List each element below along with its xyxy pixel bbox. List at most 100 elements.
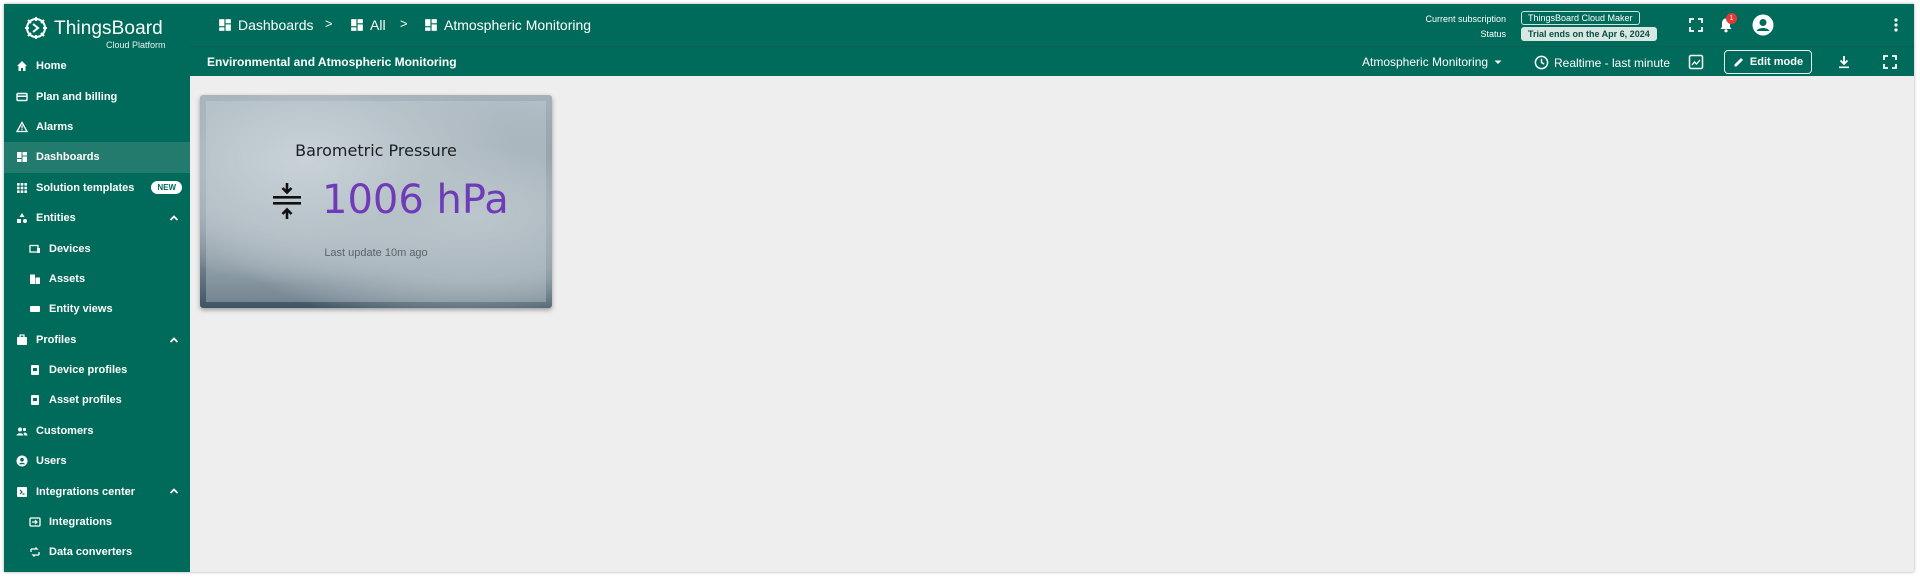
sidebar-item-label: Device profiles: [49, 364, 128, 377]
trial-status-badge: Trial ends on the Apr 6, 2024: [1521, 27, 1657, 41]
last-update-text: Last update 10m ago: [324, 247, 428, 259]
chevron-up-icon[interactable]: [168, 485, 180, 497]
apps-icon: [17, 182, 27, 193]
sidebar-item-profiles[interactable]: Profiles: [4, 325, 190, 355]
sidebar-item-integrations[interactable]: Integrations: [4, 507, 190, 537]
integrations-center-icon: [17, 486, 27, 497]
sidebar-item-label: Integrations: [49, 516, 112, 529]
more-vert-icon[interactable]: [1888, 17, 1904, 33]
sidebar-item-label: Entity views: [49, 303, 113, 316]
dashboard-icon: [219, 19, 231, 31]
sidebar-item-solution-templates[interactable]: Solution templates NEW: [4, 173, 190, 203]
pencil-icon: [1734, 58, 1743, 67]
sidebar-item-label: Asset profiles: [49, 394, 122, 407]
sidebar-item-plan-and-billing[interactable]: Plan and billing: [4, 81, 190, 111]
dashboard-layout-icon[interactable]: [1688, 54, 1704, 70]
sidebar-item-integrations-center[interactable]: Integrations center: [4, 476, 190, 506]
fullscreen-icon[interactable]: [1882, 54, 1898, 70]
entity-view-icon: [30, 306, 40, 313]
dashboard-icon: [425, 19, 437, 31]
users-icon: [16, 455, 28, 467]
sidebar-item-label: Solution templates: [36, 181, 135, 194]
customers-icon: [16, 427, 28, 436]
sidebar-item-label: Data converters: [49, 546, 133, 559]
converters-icon: [30, 547, 40, 558]
integrations-icon: [29, 517, 41, 527]
sidebar-item-home[interactable]: Home: [4, 51, 190, 81]
entities-icon: [17, 213, 27, 224]
dashboard-title: Environmental and Atmospheric Monitoring: [207, 55, 457, 69]
breadcrumb-separator: >: [325, 16, 333, 31]
thingsboard-logo-icon: [25, 17, 47, 39]
chevron-up-icon[interactable]: [168, 334, 180, 346]
home-icon: [17, 61, 27, 72]
new-badge: NEW: [151, 180, 182, 194]
sidebar-item-entities[interactable]: Entities: [4, 203, 190, 233]
sidebar-item-label: Profiles: [36, 333, 77, 346]
edit-mode-button[interactable]: Edit mode: [1724, 50, 1812, 74]
top-bar: Dashboards > All > Atmospheric Monitorin…: [190, 4, 1914, 46]
sidebar: ThingsBoard Cloud Platform Home Plan and…: [4, 4, 190, 572]
clock-icon: [1534, 55, 1549, 70]
sidebar-item-label: Home: [36, 60, 67, 73]
sidebar-item-label: Alarms: [36, 120, 74, 133]
breadcrumb-label: All: [370, 17, 386, 33]
sidebar-item-label: Entities: [36, 212, 76, 225]
dashboard-toolbar: Environmental and Atmospheric Monitoring…: [190, 46, 1914, 76]
brand-name: ThingsBoard: [54, 18, 163, 39]
breadcrumb-label: Dashboards: [238, 17, 314, 33]
dropdown-arrow-icon: [1494, 60, 1502, 64]
devices-icon: [29, 244, 40, 253]
sidebar-item-dashboards[interactable]: Dashboards: [4, 142, 190, 173]
widget-title: Barometric Pressure: [295, 141, 457, 160]
dashboard-state-select[interactable]: Atmospheric Monitoring: [1362, 55, 1503, 69]
profiles-icon: [17, 334, 27, 345]
device-profile-icon: [31, 365, 39, 376]
sidebar-item-data-converters[interactable]: Data converters: [4, 537, 190, 567]
chevron-up-icon[interactable]: [168, 212, 180, 224]
barometric-pressure-widget[interactable]: Barometric Pressure 1006 hPa Last update…: [200, 95, 552, 308]
sidebar-nav: Home Plan and billing Alarms Dashboards …: [4, 51, 190, 568]
notification-count-badge: 1: [1726, 13, 1737, 24]
sidebar-item-devices[interactable]: Devices: [4, 233, 190, 263]
subscription-label: Current subscription: [1425, 14, 1506, 24]
logo[interactable]: ThingsBoard Cloud Platform: [22, 10, 182, 50]
status-label: Status: [1480, 29, 1506, 39]
download-icon[interactable]: [1836, 54, 1852, 70]
sidebar-item-entity-views[interactable]: Entity views: [4, 294, 190, 324]
timewindow-label: Realtime - last minute: [1554, 55, 1671, 70]
sidebar-item-alarms[interactable]: Alarms: [4, 112, 190, 142]
sidebar-item-label: Assets: [49, 272, 86, 285]
dashboard-icon: [17, 152, 27, 163]
sidebar-item-users[interactable]: Users: [4, 446, 190, 476]
breadcrumb-label: Atmospheric Monitoring: [444, 17, 592, 33]
sidebar-item-label: Dashboards: [36, 151, 100, 164]
sidebar-item-customers[interactable]: Customers: [4, 416, 190, 446]
sidebar-item-label: Users: [36, 455, 67, 468]
sidebar-item-label: Plan and billing: [36, 90, 118, 103]
edit-mode-label: Edit mode: [1749, 56, 1804, 68]
account-avatar-icon[interactable]: [1752, 14, 1774, 36]
sidebar-item-asset-profiles[interactable]: Asset profiles: [4, 385, 190, 415]
app-window: ThingsBoard Cloud Platform Home Plan and…: [4, 4, 1914, 572]
billing-icon: [16, 92, 28, 101]
sidebar-item-label: Integrations center: [36, 485, 136, 498]
dashboard-state-label: Atmospheric Monitoring: [1362, 55, 1489, 69]
sidebar-item-label: Customers: [36, 424, 94, 437]
breadcrumb-current: Atmospheric Monitoring: [424, 17, 591, 33]
brand-subtitle: Cloud Platform: [106, 40, 166, 50]
sidebar-item-label: Devices: [49, 242, 91, 255]
breadcrumb-all[interactable]: All: [350, 17, 386, 33]
pressure-value: 1006 hPa: [322, 177, 509, 223]
assets-icon: [30, 274, 40, 284]
fullscreen-icon[interactable]: [1688, 17, 1704, 33]
breadcrumb-separator: >: [400, 16, 408, 31]
breadcrumb-dashboards[interactable]: Dashboards: [218, 17, 314, 33]
sidebar-item-device-profiles[interactable]: Device profiles: [4, 355, 190, 385]
compress-pressure-icon: [273, 183, 301, 219]
dashboard-icon: [351, 19, 363, 31]
sidebar-item-assets[interactable]: Assets: [4, 264, 190, 294]
timewindow-selector[interactable]: Realtime - last minute: [1534, 55, 1670, 70]
subscription-plan[interactable]: ThingsBoard Cloud Maker: [1521, 11, 1640, 25]
asset-profile-icon: [31, 395, 39, 406]
